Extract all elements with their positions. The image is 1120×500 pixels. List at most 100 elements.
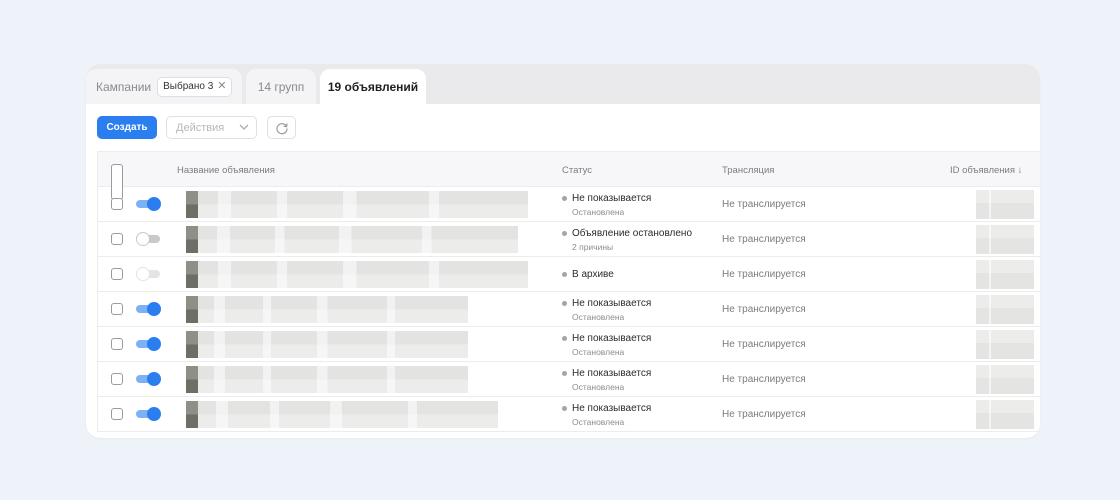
actions-select[interactable]: Действия: [166, 116, 257, 139]
row-checkbox[interactable]: [111, 198, 123, 210]
toolbar: Создать Действия: [86, 104, 1040, 150]
table-row[interactable]: Не показывается Остановлена Не транслирует…: [98, 362, 1040, 397]
close-icon[interactable]: ✕: [217, 81, 226, 92]
column-broadcast-header[interactable]: Трансляция: [722, 152, 774, 188]
ad-toggle[interactable]: [136, 232, 161, 246]
column-name-header[interactable]: Название объявления: [177, 152, 275, 188]
status-cell: Не показывается Остановлена: [562, 402, 651, 427]
selected-chip-label: Выбрано 3: [163, 81, 214, 92]
table-row[interactable]: Не показывается Остановлена Не транслирует…: [98, 292, 1040, 327]
ad-thumbnail: [186, 401, 198, 428]
broadcast-cell: Не транслируется: [722, 234, 806, 245]
ad-toggle[interactable]: [136, 407, 161, 421]
ad-id-redacted: [976, 365, 1034, 394]
status-label: Не показывается: [572, 193, 652, 204]
ad-id-redacted: [976, 330, 1034, 359]
status-sublabel[interactable]: 2 причины: [572, 242, 692, 252]
ad-id-redacted: [976, 400, 1034, 429]
ad-name-redacted[interactable]: [198, 261, 528, 288]
broadcast-cell: Не транслируется: [722, 269, 806, 280]
status-label: В архиве: [572, 269, 614, 280]
ad-toggle[interactable]: [136, 197, 161, 211]
row-checkbox[interactable]: [111, 338, 123, 350]
status-cell: Не показывается Остановлена: [562, 192, 651, 217]
table-header: Название объявления Статус Трансляция ID…: [98, 151, 1040, 200]
ad-thumbnail: [186, 296, 198, 323]
status-cell: Не показывается Остановлена: [562, 367, 651, 392]
status-label: Не показывается: [572, 368, 652, 379]
create-button[interactable]: Создать: [97, 116, 157, 139]
ad-thumbnail: [186, 226, 198, 253]
status-cell: Объявление остановлено 2 причины: [562, 227, 692, 252]
table-row[interactable]: Не показывается Остановлена Не транслирует…: [98, 327, 1040, 362]
ad-name-redacted[interactable]: [198, 296, 468, 323]
ad-name-redacted[interactable]: [198, 366, 468, 393]
tab-groups[interactable]: 14 групп: [246, 69, 316, 104]
status-dot: [562, 272, 567, 277]
tab-groups-label: 14 групп: [257, 79, 305, 94]
status-label: Не показывается: [572, 403, 652, 414]
tab-campaigns-label: Кампании: [96, 79, 152, 94]
ad-toggle[interactable]: [136, 337, 161, 351]
status-sublabel: Остановлена: [572, 382, 625, 392]
ad-name-redacted[interactable]: [198, 331, 468, 358]
tab-ads[interactable]: 19 объявлений: [320, 69, 426, 104]
status-label: Не показывается: [572, 298, 652, 309]
column-id-header[interactable]: ID объявления ↓: [950, 152, 1022, 188]
status-sublabel: Остановлена: [572, 312, 625, 322]
broadcast-cell: Не транслируется: [722, 374, 806, 385]
ad-name-redacted[interactable]: [198, 226, 518, 253]
table-row[interactable]: Объявление остановлено 2 причины Не трансл…: [98, 222, 1040, 257]
tab-bar: Кампании Выбрано 3 ✕ 14 групп 19 объявле…: [86, 64, 1040, 104]
status-sublabel: Остановлена: [572, 347, 625, 357]
actions-select-placeholder: Действия: [176, 121, 225, 134]
ad-thumbnail: [186, 191, 198, 218]
tab-campaigns[interactable]: Кампании Выбрано 3 ✕: [86, 69, 242, 104]
broadcast-cell: Не транслируется: [722, 304, 806, 315]
ad-toggle[interactable]: [136, 372, 161, 386]
table-body: Не показывается Остановлена Не транслирует…: [98, 187, 1040, 432]
broadcast-cell: Не транслируется: [722, 409, 806, 420]
ad-id-redacted: [976, 260, 1034, 289]
ad-id-redacted: [976, 295, 1034, 324]
row-checkbox[interactable]: [111, 233, 123, 245]
refresh-icon: [275, 121, 289, 135]
status-dot: [562, 301, 567, 306]
status-dot: [562, 406, 567, 411]
tab-ads-label: 19 объявлений: [327, 79, 419, 94]
broadcast-cell: Не транслируется: [722, 199, 806, 210]
status-dot: [562, 196, 567, 201]
status-dot: [562, 231, 567, 236]
ad-name-redacted[interactable]: [198, 191, 528, 218]
row-checkbox[interactable]: [111, 408, 123, 420]
row-checkbox[interactable]: [111, 268, 123, 280]
status-cell: Не показывается Остановлена: [562, 332, 651, 357]
column-status-header[interactable]: Статус: [562, 152, 592, 188]
status-label: Не показывается: [572, 333, 652, 344]
ads-panel: Кампании Выбрано 3 ✕ 14 групп 19 объявле…: [86, 64, 1040, 438]
row-checkbox[interactable]: [111, 303, 123, 315]
ad-id-redacted: [976, 225, 1034, 254]
status-sublabel: Остановлена: [572, 207, 625, 217]
table-row[interactable]: В архиве Не транслируется: [98, 257, 1040, 292]
status-cell: Не показывается Остановлена: [562, 297, 651, 322]
broadcast-cell: Не транслируется: [722, 339, 806, 350]
table-row[interactable]: Не показывается Остановлена Не транслирует…: [98, 397, 1040, 432]
status-sublabel: Остановлена: [572, 417, 625, 427]
ad-thumbnail: [186, 366, 198, 393]
ad-toggle[interactable]: [136, 302, 161, 316]
status-dot: [562, 336, 567, 341]
status-dot: [562, 371, 567, 376]
ad-toggle: [136, 267, 161, 281]
ad-thumbnail: [186, 331, 198, 358]
ad-id-redacted: [976, 190, 1034, 219]
ad-thumbnail: [186, 261, 198, 288]
table-row[interactable]: Не показывается Остановлена Не транслирует…: [98, 187, 1040, 222]
chevron-down-icon: [239, 122, 249, 133]
status-label: Объявление остановлено: [572, 228, 693, 239]
row-checkbox[interactable]: [111, 373, 123, 385]
ad-name-redacted[interactable]: [198, 401, 498, 428]
status-cell: В архиве: [562, 268, 614, 281]
refresh-button[interactable]: [267, 116, 296, 139]
selected-chip[interactable]: Выбрано 3 ✕: [157, 76, 233, 97]
